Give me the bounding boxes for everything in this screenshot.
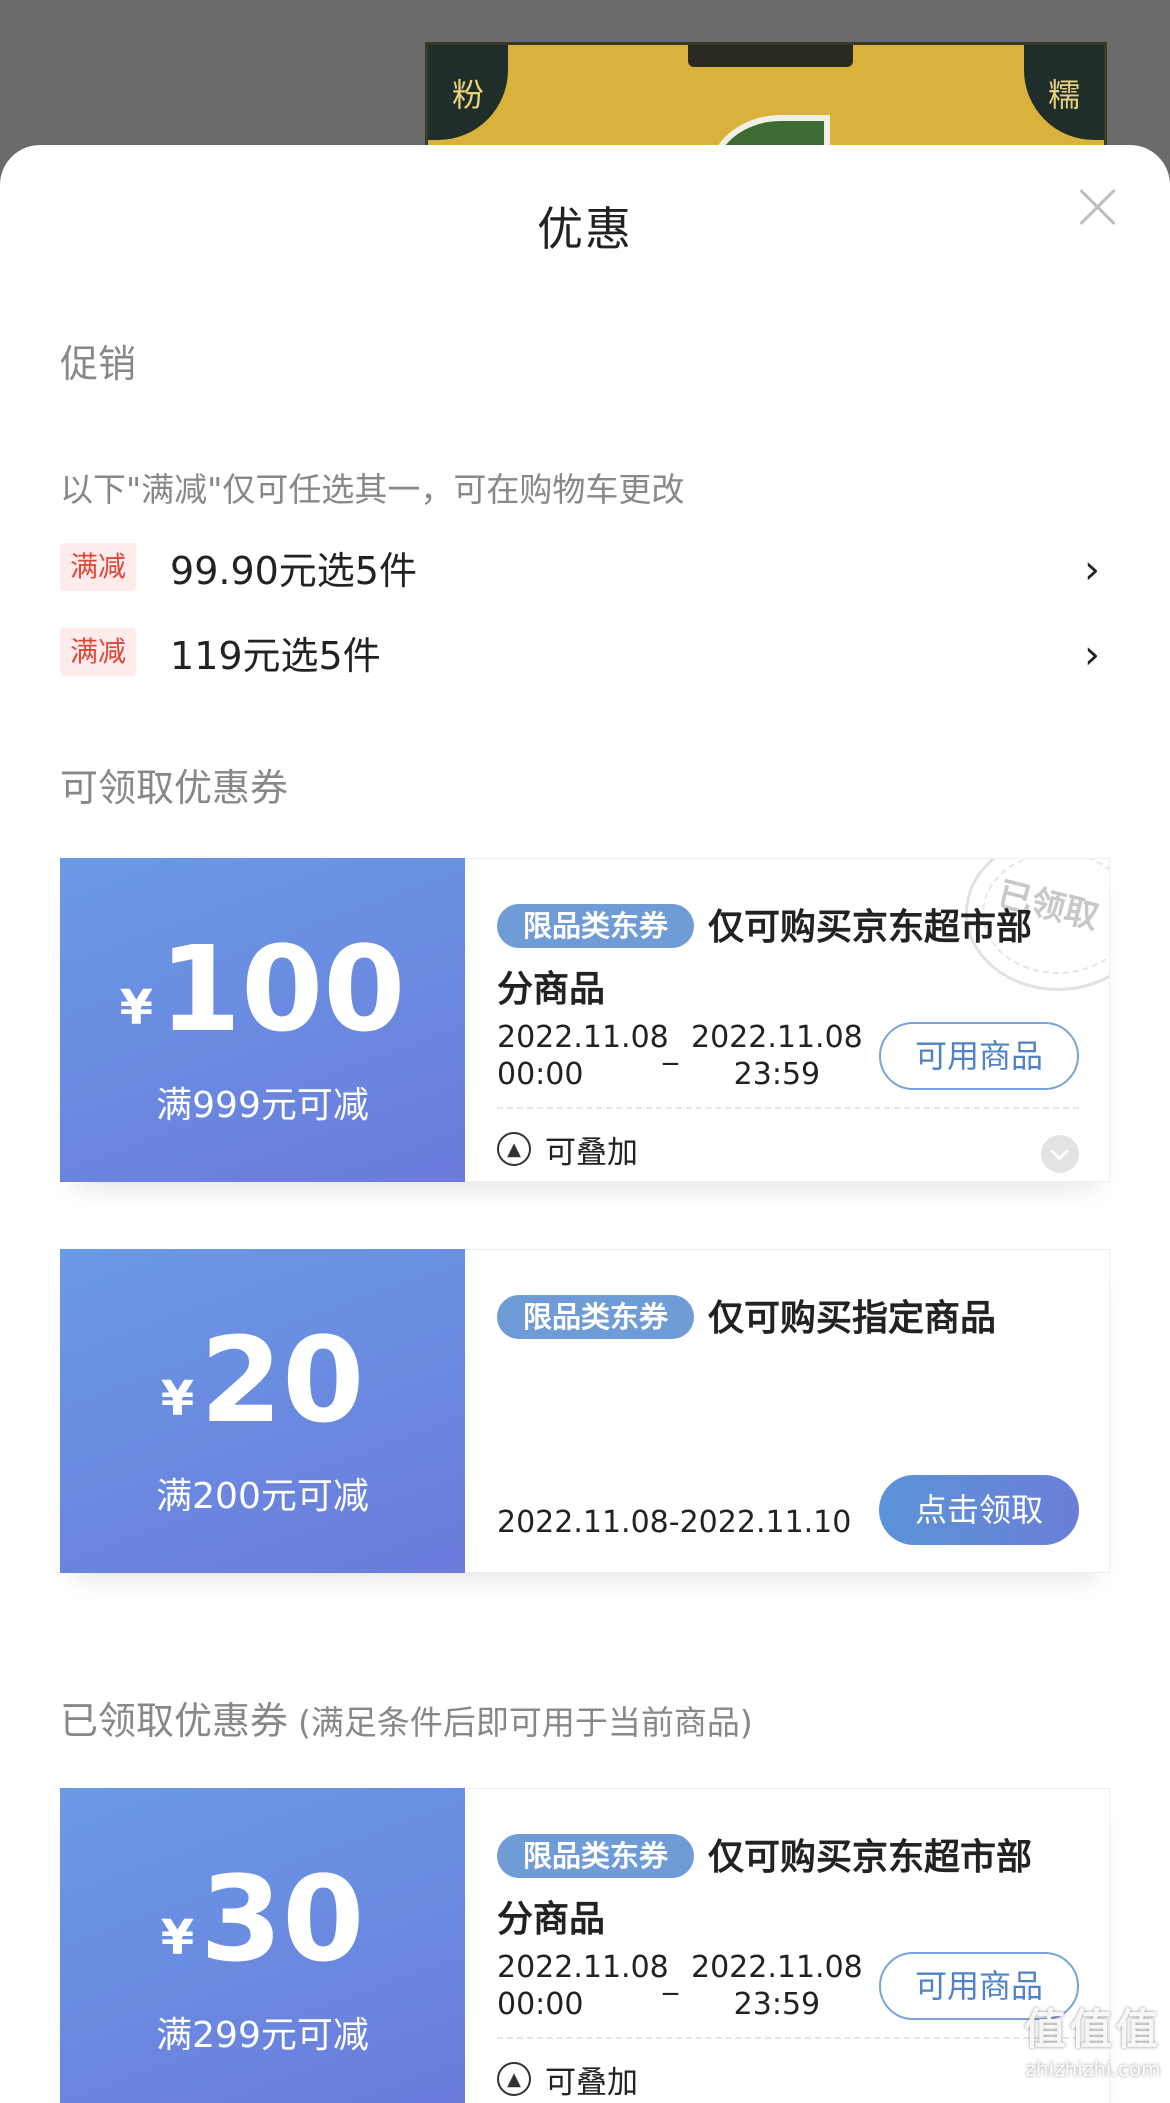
date-separator: _ bbox=[663, 1031, 678, 1066]
coupon-value-panel: ¥30 满299元可减 bbox=[60, 1788, 465, 2103]
coupon-end: 2022.11.08 23:59 bbox=[691, 1949, 863, 2023]
promotions-note: 以下"满减"仅可任选其一，可在购物车更改 bbox=[60, 470, 685, 509]
sheet-title: 优惠 bbox=[537, 202, 633, 256]
coupon-date-range: 2022.11.08-2022.11.10 bbox=[497, 1505, 852, 1540]
coupon-start: 2022.11.08 00:00 bbox=[497, 1949, 669, 2023]
currency-symbol: ¥ bbox=[160, 1910, 195, 1966]
coupon-detail-panel: 限品类东券 仅可购买京东超市部分商品 2022.11.08 00:00 _ 202… bbox=[465, 1788, 1110, 2103]
promo-row[interactable]: 满减 119元选5件 › bbox=[60, 622, 1110, 682]
claimed-coupons-heading: 已领取优惠券 (满足条件后即可用于当前商品) bbox=[60, 1690, 753, 1745]
stackable-label: 可叠加 bbox=[545, 2064, 638, 2101]
coupon-card: ¥20 满200元可减 限品类东券 仅可购买指定商品 2022.11.08-202… bbox=[60, 1249, 1110, 1573]
product-corner-label-right: 糯 bbox=[1024, 45, 1104, 140]
start-time: 00:00 bbox=[497, 1987, 584, 2022]
divider bbox=[497, 1107, 1079, 1109]
start-date: 2022.11.08 bbox=[497, 1950, 669, 1985]
coupon-detail-panel: 已领取 限品类东券 仅可购买京东超市部分商品 2022.11.08 00:00 _… bbox=[465, 858, 1110, 1182]
coupon-card: ¥100 满999元可减 已领取 限品类东券 仅可购买京东超市部分商品 2022.… bbox=[60, 858, 1110, 1182]
claimed-coupons-title: 已领取优惠券 bbox=[60, 1699, 289, 1743]
start-date: 2022.11.08 bbox=[497, 1020, 669, 1055]
chevron-right-icon: › bbox=[1084, 632, 1100, 678]
promotions-heading: 促销 bbox=[60, 342, 137, 386]
promo-tag: 满减 bbox=[60, 628, 137, 676]
coupon-start: 2022.11.08 00:00 bbox=[497, 1019, 669, 1093]
close-icon[interactable] bbox=[1076, 185, 1120, 229]
site-watermark: 值值值 zhizhizhi.com bbox=[1024, 1996, 1162, 2081]
currency-symbol: ¥ bbox=[160, 1371, 195, 1427]
coupon-value-panel: ¥100 满999元可减 bbox=[60, 858, 465, 1182]
available-coupons-heading: 可领取优惠券 bbox=[60, 766, 289, 810]
coupon-title-block: 限品类东券 仅可购买指定商品 bbox=[497, 1288, 1057, 1350]
coupon-amount: 100 bbox=[159, 920, 406, 1058]
stackable-label: 可叠加 bbox=[545, 1134, 638, 1171]
end-time: 23:59 bbox=[733, 1057, 821, 1092]
coupon-amount: 20 bbox=[200, 1311, 365, 1449]
coupon-amount: 30 bbox=[200, 1850, 365, 1988]
claim-coupon-button[interactable]: 点击领取 bbox=[879, 1475, 1079, 1545]
stack-icon: ▲ bbox=[497, 1132, 531, 1166]
coupon-detail-panel: 限品类东券 仅可购买指定商品 2022.11.08-2022.11.10 点击领取 bbox=[465, 1249, 1110, 1573]
claimed-coupons-subtitle: (满足条件后即可用于当前商品) bbox=[298, 1703, 753, 1742]
currency-symbol: ¥ bbox=[119, 980, 154, 1036]
promo-text: 119元选5件 bbox=[170, 633, 381, 678]
stackable-row: ▲ 可叠加 bbox=[497, 2057, 638, 2101]
coupon-value-panel: ¥20 满200元可减 bbox=[60, 1249, 465, 1573]
stackable-row: ▲ 可叠加 bbox=[497, 1127, 638, 1171]
promo-text: 99.90元选5件 bbox=[170, 548, 417, 593]
coupon-title-block: 限品类东券 仅可购买京东超市部分商品 bbox=[497, 897, 1057, 1021]
end-date: 2022.11.08 bbox=[691, 1020, 863, 1055]
coupon-condition: 满999元可减 bbox=[156, 1085, 369, 1126]
coupon-title: 仅可购买指定商品 bbox=[708, 1298, 997, 1339]
stack-icon: ▲ bbox=[497, 2062, 531, 2096]
coupon-card: ¥30 满299元可减 限品类东券 仅可购买京东超市部分商品 2022.11.08… bbox=[60, 1788, 1110, 2103]
coupon-type-badge: 限品类东券 bbox=[497, 904, 695, 948]
end-date: 2022.11.08 bbox=[691, 1950, 863, 1985]
available-products-button[interactable]: 可用商品 bbox=[879, 1022, 1079, 1090]
product-corner-label-left: 粉 bbox=[428, 45, 508, 140]
coupon-type-badge: 限品类东券 bbox=[497, 1834, 695, 1878]
coupon-condition: 满200元可减 bbox=[156, 1476, 369, 1517]
end-time: 23:59 bbox=[733, 1987, 821, 2022]
date-separator: _ bbox=[663, 1961, 678, 1996]
coupon-type-badge: 限品类东券 bbox=[497, 1295, 695, 1339]
discount-sheet: 优惠 促销 以下"满减"仅可任选其一，可在购物车更改 满减 99.90元选5件 … bbox=[0, 145, 1170, 2103]
coupon-condition: 满299元可减 bbox=[156, 2015, 369, 2056]
watermark-domain: zhizhizhi.com bbox=[1025, 2057, 1161, 2081]
coupon-end: 2022.11.08 23:59 bbox=[691, 1019, 863, 1093]
chevron-right-icon: › bbox=[1084, 547, 1100, 593]
promo-row[interactable]: 满减 99.90元选5件 › bbox=[60, 537, 1110, 597]
expand-chevron-icon[interactable] bbox=[1041, 1135, 1079, 1173]
start-time: 00:00 bbox=[497, 1057, 584, 1092]
promo-tag: 满减 bbox=[60, 543, 137, 591]
watermark-mark: 值值值 bbox=[1023, 2005, 1162, 2054]
coupon-title-block: 限品类东券 仅可购买京东超市部分商品 bbox=[497, 1827, 1057, 1951]
divider bbox=[497, 2037, 1079, 2039]
